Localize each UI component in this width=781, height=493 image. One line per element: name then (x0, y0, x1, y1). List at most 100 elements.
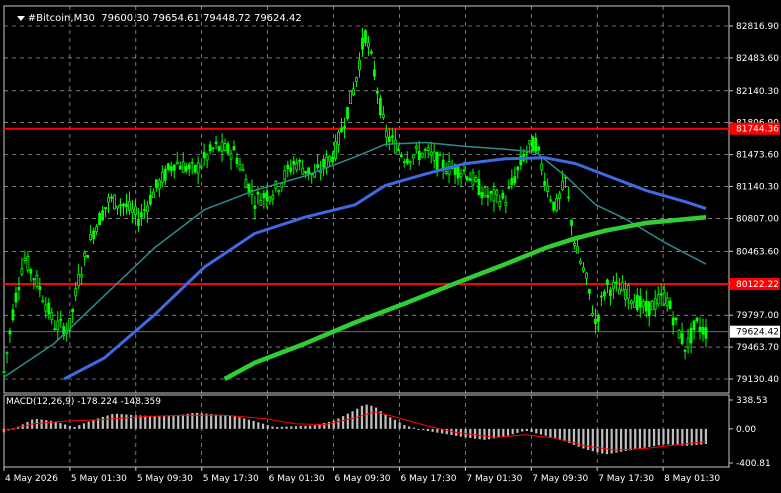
macd-histogram-bar (634, 428, 637, 450)
candle-body (641, 301, 645, 308)
candle-body (441, 159, 445, 170)
macd-histogram-bar (351, 411, 354, 429)
macd-histogram-bar (261, 423, 265, 429)
macd-histogram-bar (162, 416, 166, 429)
macd-histogram-bar (210, 414, 213, 429)
candle-body (232, 146, 236, 151)
candle-body (256, 192, 260, 195)
macd-histogram-bar (671, 428, 675, 445)
candle-body (396, 148, 400, 151)
axes: 82816.9082483.6082140.3081806.9081473.60… (3, 22, 780, 484)
macd-histogram-bar (676, 428, 679, 446)
macd-histogram-bar (82, 423, 86, 429)
candle-body (71, 308, 75, 313)
ohlc-readout: 79600.30 79654.61 79448.72 79624.42 (101, 13, 302, 24)
macd-histogram-bar (148, 415, 152, 429)
candle-body (689, 327, 693, 344)
candle-body (656, 294, 660, 305)
price-tick-label: 79797.00 (736, 311, 779, 321)
macd-histogram-bar (224, 415, 227, 429)
macd-histogram-bar (615, 428, 618, 453)
price-tick-label: 82816.90 (736, 22, 779, 32)
candle-body (471, 172, 475, 186)
macd-histogram-bar (64, 424, 67, 429)
macd-histogram-bar (45, 420, 48, 429)
candle-body (131, 208, 134, 213)
chart-title[interactable]: #Bitcoin,M30 79600.30 79654.61 79448.72 … (4, 2, 302, 35)
macd-histogram-bar (144, 415, 147, 429)
candle-body (128, 201, 131, 211)
macd-histogram-bar (563, 428, 566, 442)
trading-chart[interactable]: 82816.9082483.6082140.3081806.9081473.60… (0, 0, 781, 489)
macd-histogram-bar (78, 425, 81, 429)
time-tick-label: 6 May 01:30 (269, 474, 325, 484)
candle-body (370, 51, 373, 54)
candle-body (540, 163, 544, 171)
candle-body (337, 131, 340, 145)
candle-body (635, 294, 639, 311)
candle-body (426, 147, 430, 151)
macd-histogram-bar (243, 418, 246, 429)
current-price-label: 79624.42 (736, 328, 779, 338)
time-tick-label: 8 May 01:30 (664, 474, 720, 484)
candle-body (343, 125, 346, 129)
macd-histogram-bar (568, 428, 571, 444)
macd-histogram-bar (549, 428, 552, 438)
macd-histogram-bar (662, 428, 665, 445)
candle-body (238, 164, 242, 170)
candle-body (202, 152, 206, 159)
candle-body (89, 234, 93, 241)
candle-body (235, 157, 239, 165)
candle-body (35, 274, 39, 287)
candle-body (280, 182, 284, 188)
macd-histogram-bar (436, 428, 439, 433)
candle-body (184, 166, 188, 172)
macd-histogram-bar (511, 428, 514, 435)
macd-histogram-bar (389, 417, 392, 429)
time-tick-label: 5 May 09:30 (137, 474, 193, 484)
macd-histogram-bar (106, 415, 109, 429)
candle-body (408, 161, 412, 164)
candle-body (692, 320, 696, 331)
candle-body (381, 114, 385, 118)
candle-body (364, 30, 367, 44)
candle-body (83, 252, 87, 257)
candle-body (289, 167, 293, 173)
macd-histogram-bar (554, 428, 557, 439)
candle-body (140, 212, 143, 218)
candle-body (244, 178, 248, 189)
candle-body (591, 312, 594, 316)
time-tick-label: 5 May 17:30 (203, 474, 259, 484)
macd-histogram-bar (469, 428, 472, 439)
candle-body (220, 141, 224, 152)
candle-body (671, 317, 675, 326)
candle-body (271, 195, 275, 200)
candle-body (325, 156, 329, 169)
candle-body (486, 195, 490, 198)
macd-histogram-bar (417, 428, 420, 430)
candle-body (268, 196, 272, 202)
chevron-down-icon[interactable] (16, 15, 25, 21)
candle-body (11, 309, 15, 321)
candle-body (609, 289, 612, 296)
macd-histogram-bar (92, 419, 95, 429)
macd-histogram-bar (375, 407, 378, 429)
candle-body (56, 320, 60, 330)
macd-histogram-bar (629, 428, 632, 451)
time-tick-label: 7 May 01:30 (466, 474, 522, 484)
macd-histogram-bar (619, 428, 623, 452)
candle-body (104, 207, 107, 209)
candle-body (492, 189, 496, 202)
candle-body (543, 180, 547, 186)
macd-histogram-bar (233, 416, 236, 429)
macd-histogram-bar (323, 423, 326, 429)
candle-body (151, 191, 155, 199)
candle-body (549, 199, 553, 202)
candle-body (5, 351, 9, 354)
horizontal-levels[interactable] (4, 127, 729, 333)
chart-canvas[interactable]: 82816.9082483.6082140.3081806.9081473.60… (0, 0, 781, 489)
macd-histogram-bar (177, 415, 180, 429)
macd-histogram-bar (73, 426, 76, 429)
candle-body (361, 37, 364, 50)
candle-body (677, 330, 681, 339)
